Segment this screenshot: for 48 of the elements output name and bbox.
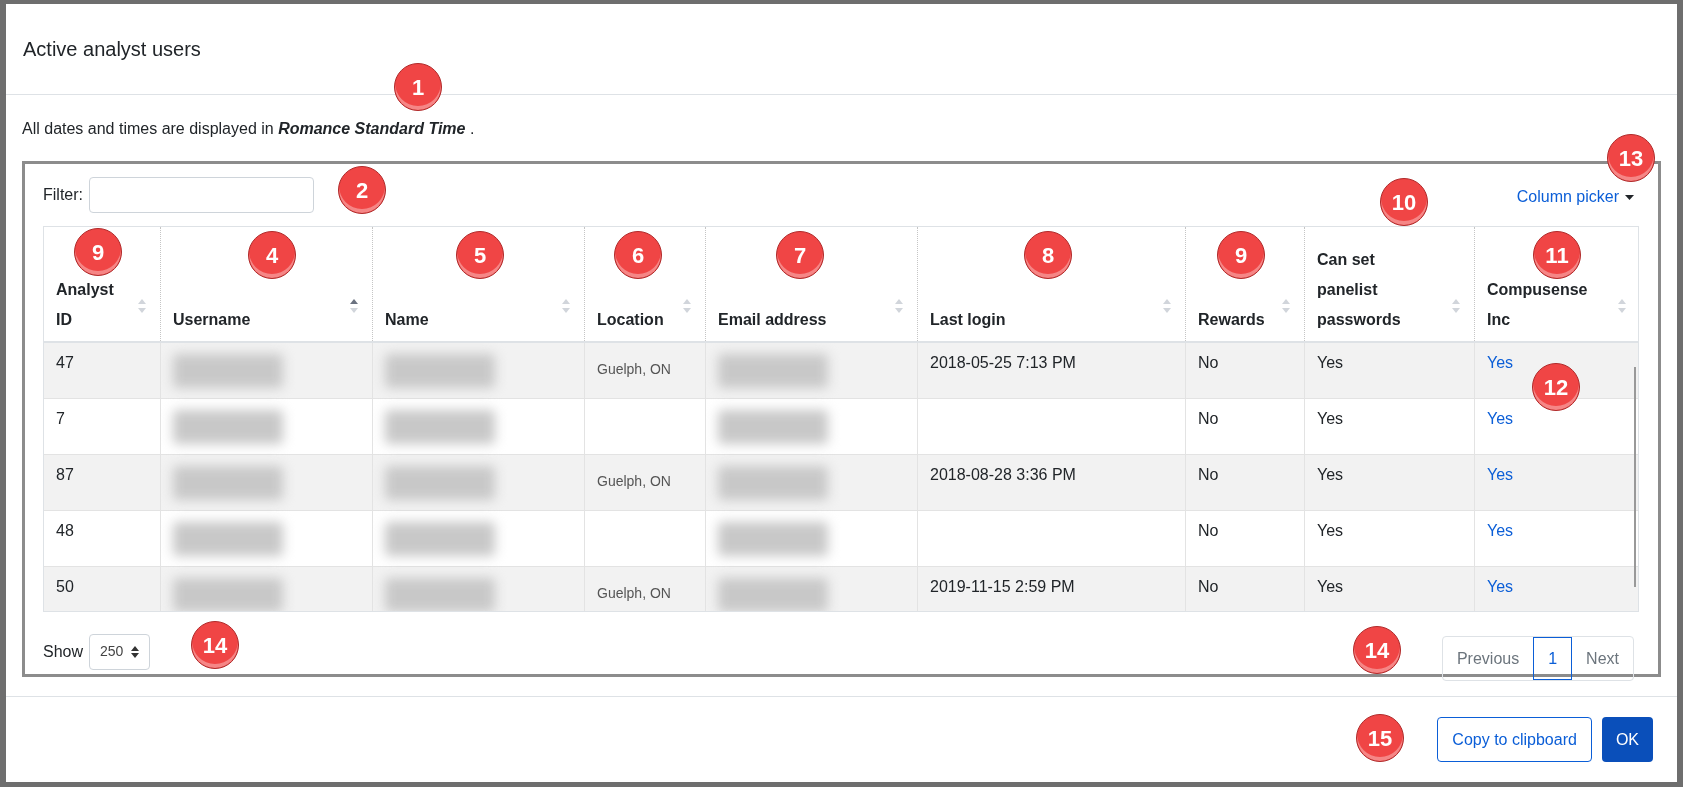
- table-cell-text: Guelph, ON: [597, 360, 671, 379]
- column-header[interactable]: Rewards: [1198, 305, 1265, 335]
- table-cell-text: No: [1198, 521, 1219, 541]
- scrollbar[interactable]: [1634, 367, 1636, 587]
- dialog-title: Active analyst users: [23, 37, 201, 62]
- table-link[interactable]: Yes: [1487, 351, 1514, 375]
- column-header[interactable]: Analyst ID: [56, 275, 132, 335]
- filter-field[interactable]: [89, 177, 314, 213]
- table-cell-text: 50: [56, 577, 74, 597]
- ok-button[interactable]: OK: [1601, 717, 1653, 762]
- table-link[interactable]: Yes: [1487, 519, 1514, 543]
- table-cell-text: 2019-11-15 2:59 PM: [930, 577, 1075, 597]
- table-cell-text: 2018-05-25 7:13 PM: [930, 353, 1076, 373]
- table-cell-text: Yes: [1317, 409, 1344, 429]
- caret-icon: [1625, 194, 1634, 200]
- sort-icon[interactable]: [350, 299, 358, 313]
- show-label: Show: [43, 641, 84, 662]
- table-cell-text: No: [1198, 353, 1219, 373]
- timezone-note: All dates and times are displayed in Romance Standard Time .: [22, 119, 476, 139]
- column-header[interactable]: Name: [385, 305, 429, 335]
- table-cell-text: Yes: [1317, 465, 1344, 485]
- column-header[interactable]: Location: [597, 305, 664, 335]
- table-cell-text: No: [1198, 409, 1219, 429]
- table-cell-text: 2018-08-28 3:36 PM: [930, 465, 1076, 485]
- column-header[interactable]: Last login: [930, 305, 1006, 335]
- updown-icon: [131, 645, 140, 658]
- table-link[interactable]: Yes: [1487, 463, 1514, 487]
- table-cell-text: No: [1198, 465, 1219, 485]
- filter-label: Filter:: [43, 185, 83, 205]
- page-button[interactable]: 1: [1533, 637, 1573, 680]
- table-cell-text: Guelph, ON: [597, 584, 671, 603]
- table-link[interactable]: Yes: [1487, 407, 1514, 431]
- column-header[interactable]: Can set panelist passwords: [1317, 245, 1429, 335]
- table-cell-text: Yes: [1317, 577, 1344, 597]
- copy-button[interactable]: Copy to clipboard: [1437, 717, 1592, 762]
- column-picker-dropdown[interactable]: Column picker: [1516, 185, 1634, 209]
- table-cell-text: 87: [56, 465, 74, 485]
- table-cell-text: 48: [56, 521, 74, 541]
- table-cell-text: No: [1198, 577, 1219, 597]
- table-cell-text: Guelph, ON: [597, 472, 671, 491]
- table-cell-text: Yes: [1317, 353, 1344, 373]
- table-link[interactable]: Yes: [1487, 575, 1514, 599]
- page-size-select[interactable]: 250: [89, 633, 151, 670]
- column-header[interactable]: Username: [173, 305, 251, 335]
- column-header[interactable]: Email address: [718, 305, 827, 335]
- table-cell-text: Yes: [1317, 521, 1344, 541]
- table-cell-text: 7: [56, 409, 65, 429]
- table-cell-text: 47: [56, 353, 74, 373]
